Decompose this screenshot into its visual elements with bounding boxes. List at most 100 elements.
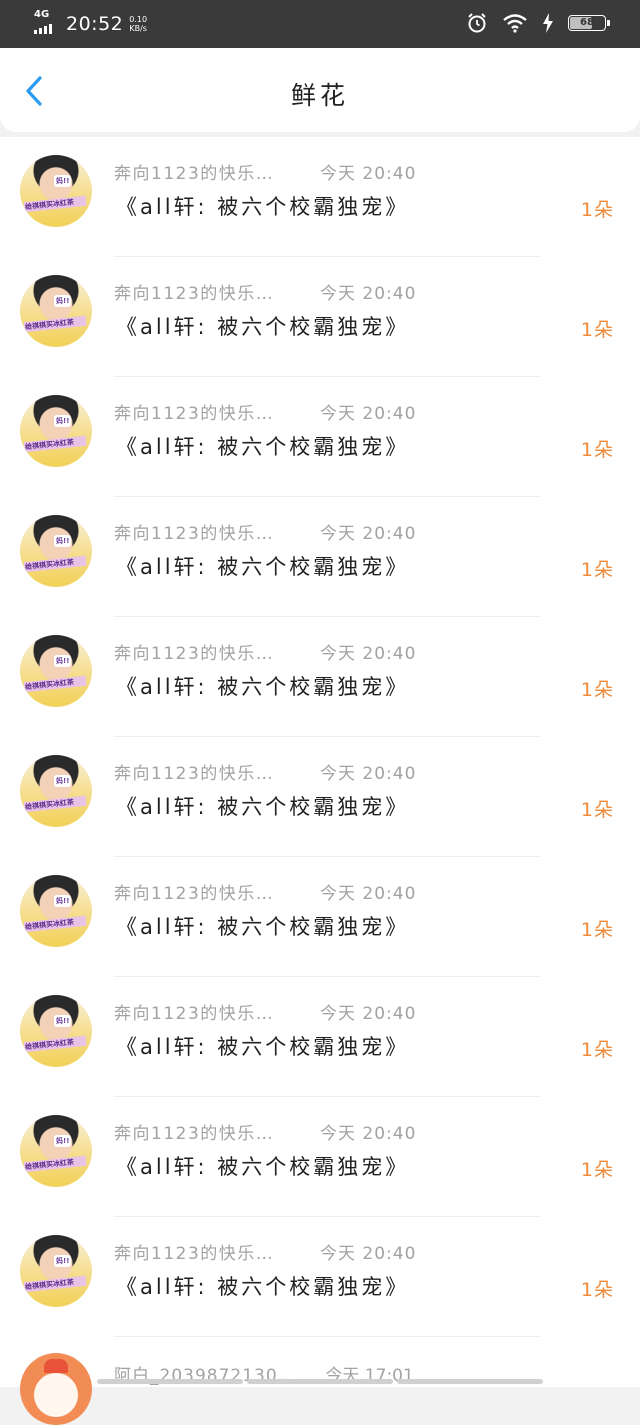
book-title: 《all轩: 被六个校霸独宠》: [116, 795, 410, 819]
avatar[interactable]: 妈!! 给祺祺买冰红茶: [20, 275, 92, 347]
avatar[interactable]: 妈!! 给祺祺买冰红茶: [20, 155, 92, 227]
avatar-caption-banner: 给祺祺买冰红茶: [24, 1158, 75, 1172]
flower-count: 1朵: [580, 439, 614, 461]
flower-count: 1朵: [580, 559, 614, 581]
avatar[interactable]: 妈!! 给祺祺买冰红茶: [20, 755, 92, 827]
username: 奔向1123的快乐…: [114, 404, 275, 424]
list-item[interactable]: 妈!! 给祺祺买冰红茶 奔向1123的快乐… 今天 20:40 《all轩: 被六个校霸…: [0, 257, 640, 377]
username: 奔向1123的快乐…: [114, 284, 275, 304]
timestamp: 今天 20:40: [320, 764, 417, 784]
username: 奔向1123的快乐…: [114, 1124, 275, 1144]
username: 奔向1123的快乐…: [114, 644, 275, 664]
avatar[interactable]: 妈!! 给祺祺买冰红茶: [20, 995, 92, 1067]
list-item[interactable]: 妈!! 给祺祺买冰红茶 奔向1123的快乐… 今天 20:40 《all轩: 被六个校霸…: [0, 377, 640, 497]
flower-count: 1朵: [580, 1039, 614, 1061]
timestamp: 今天 20:40: [320, 1244, 417, 1264]
list-item[interactable]: 阿白_2039872130… 今天 17:01: [0, 1337, 640, 1425]
item-meta: 奔向1123的快乐… 今天 20:40: [114, 1119, 416, 1144]
username: 奔向1123的快乐…: [114, 764, 275, 784]
network-type: 4G: [34, 9, 50, 20]
item-meta: 奔向1123的快乐… 今天 20:40: [114, 519, 416, 544]
avatar-caption-banner: 给祺祺买冰红茶: [24, 1278, 75, 1292]
book-title: 《all轩: 被六个校霸独宠》: [116, 675, 410, 699]
list-item[interactable]: 妈!! 给祺祺买冰红茶 奔向1123的快乐… 今天 20:40 《all轩: 被六个校霸…: [0, 1217, 640, 1337]
book-title: 《all轩: 被六个校霸独宠》: [116, 1275, 410, 1299]
avatar-caption-bubble: 妈!!: [54, 1255, 72, 1267]
item-meta: 奔向1123的快乐… 今天 20:40: [114, 1239, 416, 1264]
flower-count: 1朵: [580, 799, 614, 821]
item-meta: 奔向1123的快乐… 今天 20:40: [114, 279, 416, 304]
home-indicator: [0, 1379, 640, 1387]
flower-count: 1朵: [580, 1159, 614, 1181]
battery-percent: 68: [580, 17, 594, 28]
avatar-caption-banner: 给祺祺买冰红茶: [24, 318, 75, 332]
book-title: 《all轩: 被六个校霸独宠》: [116, 195, 410, 219]
avatar-caption-bubble: 妈!!: [54, 295, 72, 307]
timestamp: 今天 20:40: [320, 284, 417, 304]
avatar-caption-banner: 给祺祺买冰红茶: [24, 798, 75, 812]
battery-icon: 68: [568, 15, 610, 31]
cellular-signal-icon: 4G: [34, 10, 62, 38]
timestamp: 今天 20:40: [320, 884, 417, 904]
avatar-caption-banner: 给祺祺买冰红茶: [24, 438, 75, 452]
username: 奔向1123的快乐…: [114, 1004, 275, 1024]
status-bar: 4G 20:52 0.10 KB/s 68: [0, 0, 640, 48]
avatar[interactable]: 妈!! 给祺祺买冰红茶: [20, 635, 92, 707]
charging-icon: [543, 13, 553, 33]
wifi-icon: [503, 14, 527, 33]
list-item[interactable]: 妈!! 给祺祺买冰红茶 奔向1123的快乐… 今天 20:40 《all轩: 被六个校霸…: [0, 737, 640, 857]
avatar-caption-banner: 给祺祺买冰红茶: [24, 1038, 75, 1052]
flower-count: 1朵: [580, 199, 614, 221]
item-meta: 奔向1123的快乐… 今天 20:40: [114, 639, 416, 664]
book-title: 《all轩: 被六个校霸独宠》: [116, 555, 410, 579]
avatar-caption-bubble: 妈!!: [54, 1015, 72, 1027]
avatar-caption-bubble: 妈!!: [54, 895, 72, 907]
avatar[interactable]: [20, 1353, 92, 1425]
avatar-caption-bubble: 妈!!: [54, 535, 72, 547]
username: 奔向1123的快乐…: [114, 884, 275, 904]
avatar-caption-bubble: 妈!!: [54, 415, 72, 427]
avatar-caption-bubble: 妈!!: [54, 175, 72, 187]
page-title: 鲜花: [290, 81, 349, 110]
item-meta: 奔向1123的快乐… 今天 20:40: [114, 879, 416, 904]
avatar[interactable]: 妈!! 给祺祺买冰红茶: [20, 875, 92, 947]
book-title: 《all轩: 被六个校霸独宠》: [116, 915, 410, 939]
avatar-caption-bubble: 妈!!: [54, 1135, 72, 1147]
timestamp: 今天 20:40: [320, 404, 417, 424]
book-title: 《all轩: 被六个校霸独宠》: [116, 435, 410, 459]
timestamp: 今天 20:40: [320, 164, 417, 184]
item-meta: 奔向1123的快乐… 今天 20:40: [114, 999, 416, 1024]
network-speed: 0.10 KB/s: [129, 15, 147, 33]
username: 奔向1123的快乐…: [114, 1244, 275, 1264]
list-item[interactable]: 妈!! 给祺祺买冰红茶 奔向1123的快乐… 今天 20:40 《all轩: 被六个校霸…: [0, 497, 640, 617]
item-meta: 奔向1123的快乐… 今天 20:40: [114, 399, 416, 424]
avatar[interactable]: 妈!! 给祺祺买冰红茶: [20, 515, 92, 587]
username: 奔向1123的快乐…: [114, 164, 275, 184]
flower-count: 1朵: [580, 919, 614, 941]
item-meta: 奔向1123的快乐… 今天 20:40: [114, 759, 416, 784]
avatar-caption-banner: 给祺祺买冰红茶: [24, 198, 75, 212]
list-item[interactable]: 妈!! 给祺祺买冰红茶 奔向1123的快乐… 今天 20:40 《all轩: 被六个校霸…: [0, 137, 640, 257]
network-speed-value: 0.10: [129, 15, 148, 24]
list-item[interactable]: 妈!! 给祺祺买冰红茶 奔向1123的快乐… 今天 20:40 《all轩: 被六个校霸…: [0, 977, 640, 1097]
flower-record-list: 妈!! 给祺祺买冰红茶 奔向1123的快乐… 今天 20:40 《all轩: 被六个校霸…: [0, 137, 640, 1425]
avatar-caption-banner: 给祺祺买冰红茶: [24, 558, 75, 572]
book-title: 《all轩: 被六个校霸独宠》: [116, 315, 410, 339]
list-item[interactable]: 妈!! 给祺祺买冰红茶 奔向1123的快乐… 今天 20:40 《all轩: 被六个校霸…: [0, 857, 640, 977]
timestamp: 今天 20:40: [320, 1124, 417, 1144]
timestamp: 今天 20:40: [320, 644, 417, 664]
flower-count: 1朵: [580, 1279, 614, 1301]
timestamp: 今天 20:40: [320, 1004, 417, 1024]
clock: 20:52: [66, 13, 124, 35]
network-speed-unit: KB/s: [129, 24, 147, 33]
timestamp: 今天 20:40: [320, 524, 417, 544]
avatar-caption-bubble: 妈!!: [54, 655, 72, 667]
avatar[interactable]: 妈!! 给祺祺买冰红茶: [20, 395, 92, 467]
list-item[interactable]: 妈!! 给祺祺买冰红茶 奔向1123的快乐… 今天 20:40 《all轩: 被六个校霸…: [0, 617, 640, 737]
avatar[interactable]: 妈!! 给祺祺买冰红茶: [20, 1115, 92, 1187]
avatar-caption-banner: 给祺祺买冰红茶: [24, 918, 75, 932]
avatar[interactable]: 妈!! 给祺祺买冰红茶: [20, 1235, 92, 1307]
avatar-caption-bubble: 妈!!: [54, 775, 72, 787]
list-item[interactable]: 妈!! 给祺祺买冰红茶 奔向1123的快乐… 今天 20:40 《all轩: 被六个校霸…: [0, 1097, 640, 1217]
book-title: 《all轩: 被六个校霸独宠》: [116, 1155, 410, 1179]
